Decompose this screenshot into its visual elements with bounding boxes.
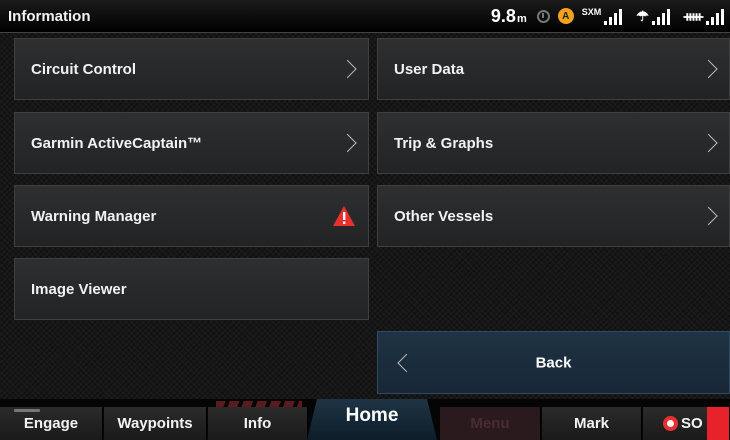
- tab-waypoints-label: Waypoints: [117, 415, 193, 432]
- circuit-control-button[interactable]: Circuit Control: [14, 38, 369, 100]
- depth-readout: 9.8 m: [491, 6, 527, 27]
- status-bar: Information 9.8 m A SXM ☂ ᚔ: [0, 0, 730, 33]
- tab-menu[interactable]: Menu: [440, 407, 541, 440]
- tab-info[interactable]: Info: [208, 401, 308, 440]
- tab-home[interactable]: Home: [307, 399, 437, 440]
- chevron-right-icon: [338, 59, 357, 79]
- trip-graphs-label: Trip & Graphs: [394, 134, 494, 152]
- user-data-label: User Data: [394, 60, 465, 78]
- sos-red-marker: [707, 407, 729, 440]
- tab-menu-label: Menu: [470, 415, 510, 432]
- tab-engage-label: Engage: [23, 415, 79, 432]
- tab-info-label: Info: [243, 415, 272, 432]
- weather-glyph: ☂: [636, 8, 649, 24]
- trip-graphs-button[interactable]: Trip & Graphs: [377, 112, 730, 174]
- tab-sos[interactable]: SO: [643, 407, 730, 440]
- sxm-signal-icon: SXM: [582, 7, 623, 25]
- warning-manager-button[interactable]: Warning Manager: [14, 185, 369, 247]
- tab-sos-label: SO: [681, 415, 703, 432]
- weather-signal-icon: ☂: [636, 7, 670, 25]
- status-indicators: 9.8 m A SXM ☂ ᚔ: [491, 0, 730, 32]
- activecaptain-label: Garmin ActiveCaptain™: [31, 134, 203, 152]
- engage-indicator: [14, 409, 40, 412]
- back-label: Back: [535, 354, 572, 371]
- tab-waypoints[interactable]: Waypoints: [104, 407, 207, 440]
- chevron-right-icon: [699, 206, 718, 226]
- chevron-right-icon: [699, 133, 718, 153]
- other-vessels-button[interactable]: Other Vessels: [377, 185, 730, 247]
- image-viewer-button[interactable]: Image Viewer: [14, 258, 369, 320]
- circuit-control-label: Circuit Control: [31, 60, 136, 78]
- nav-badge-icon: A: [557, 8, 574, 24]
- other-vessels-label: Other Vessels: [394, 207, 494, 225]
- chevron-right-icon: [338, 133, 357, 153]
- page-title: Information: [8, 7, 91, 25]
- sxm-label: SXM: [581, 7, 602, 17]
- tab-engage[interactable]: Engage: [0, 407, 103, 440]
- ais-glyph: ᚔ: [683, 8, 703, 24]
- user-data-button[interactable]: User Data: [377, 38, 730, 100]
- warning-triangle-icon: [333, 206, 355, 226]
- depth-value: 9.8: [490, 5, 516, 26]
- gps-icon: [536, 9, 550, 23]
- image-viewer-label: Image Viewer: [31, 280, 127, 298]
- tab-mark[interactable]: Mark: [542, 407, 642, 440]
- back-button[interactable]: Back: [377, 331, 730, 394]
- warning-manager-label: Warning Manager: [31, 207, 157, 225]
- ais-signal-icon: ᚔ: [684, 7, 724, 25]
- info-active-indicator: [216, 401, 302, 407]
- depth-unit: m: [516, 12, 527, 25]
- tab-home-label: Home: [345, 405, 399, 426]
- chevron-right-icon: [699, 59, 718, 79]
- sos-icon: [663, 416, 678, 431]
- bottom-bar: Engage Waypoints Info Home Menu Mark SO: [0, 399, 730, 440]
- tab-mark-label: Mark: [573, 415, 610, 432]
- activecaptain-button[interactable]: Garmin ActiveCaptain™: [14, 112, 369, 174]
